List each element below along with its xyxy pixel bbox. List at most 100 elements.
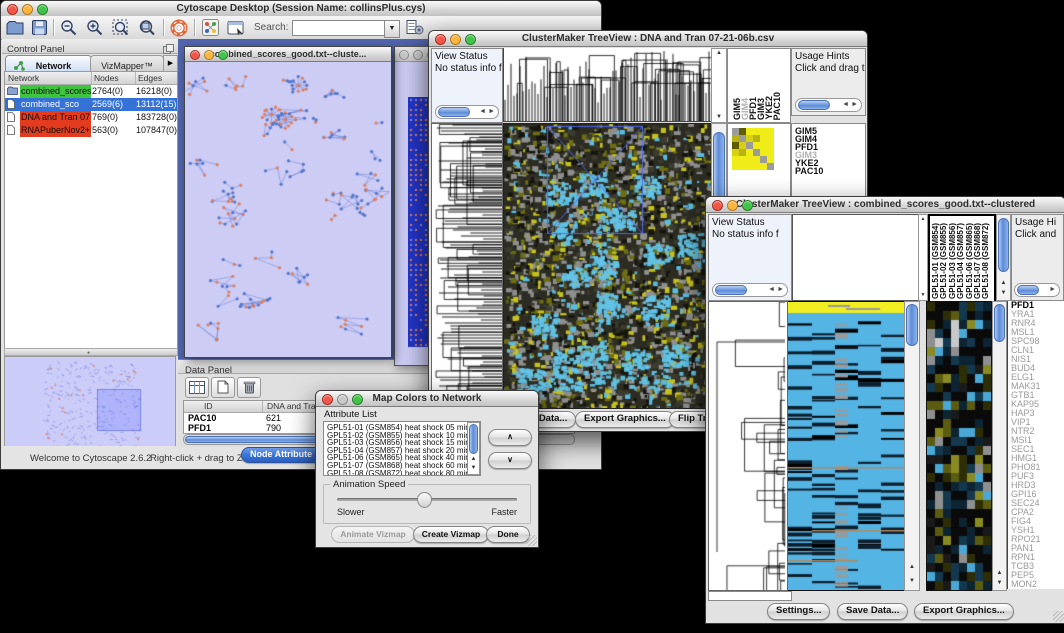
network-list-row[interactable]: DNA and Tran 07769(0)183728(0) — [5, 111, 177, 124]
attribute-listbox[interactable]: GPL51-01 (GSM854) heat shock 05 minGPL51… — [323, 421, 481, 476]
search-dropdown-button[interactable]: ▼ — [384, 20, 400, 38]
matrix-cell[interactable] — [767, 128, 774, 135]
network-list-row[interactable]: combined_sco2569(6)13112(15) — [5, 98, 177, 111]
tab-overflow-button[interactable]: ▶ — [163, 55, 178, 72]
dialog-title-bar[interactable]: Map Colors to Network — [316, 391, 538, 407]
new-window-icon[interactable] — [226, 18, 246, 37]
col-edges[interactable]: Edges — [135, 72, 162, 84]
tv2-global-heatmap-canvas[interactable] — [788, 301, 906, 591]
tab-vizmapper[interactable]: VizMapper™ — [90, 55, 164, 72]
minimize-icon[interactable] — [22, 4, 33, 15]
slider-thumb[interactable] — [417, 492, 432, 508]
scroll-right-icon[interactable]: ► — [1049, 284, 1056, 295]
matrix-cell[interactable] — [732, 149, 739, 156]
matrix-cell[interactable] — [760, 142, 767, 149]
network-graph-canvas[interactable] — [185, 62, 389, 356]
zoom-window-icon[interactable] — [352, 394, 363, 405]
done-button[interactable]: Done — [486, 526, 530, 543]
scroll-thumb[interactable] — [438, 107, 470, 117]
close-icon[interactable] — [399, 50, 409, 60]
network-list-row[interactable]: RNAPuberNov2+l563(0)107847(0) — [5, 124, 177, 137]
tv1-row-dendrogram-canvas[interactable] — [431, 123, 503, 409]
matrix-cell[interactable] — [760, 149, 767, 156]
tv2-top-slim-scrollbar[interactable]: ▲ ▼ — [918, 214, 928, 301]
matrix-cell[interactable] — [746, 135, 753, 142]
tv2-zoom-vscrollbar[interactable]: ▲ ▼ — [992, 301, 1007, 591]
tv2-gene-list[interactable]: PFD1YRA1RNR4MSL1SPC98CLN1NIS1BUD4ELG1MAK… — [1007, 301, 1064, 589]
delete-attribute-button[interactable] — [237, 377, 261, 398]
matrix-cell[interactable] — [767, 142, 774, 149]
move-up-button[interactable]: ∧ — [488, 429, 532, 446]
tv1-row-label[interactable]: PAC10 — [795, 167, 865, 175]
birdseye-view-canvas[interactable] — [4, 356, 176, 454]
animation-speed-slider[interactable] — [337, 498, 517, 501]
tab-network[interactable]: Network — [5, 55, 92, 72]
attribute-list-vscrollbar[interactable]: ▲ ▼ — [467, 422, 480, 475]
zoom-fit-button[interactable] — [111, 18, 131, 37]
scroll-up-icon[interactable]: ▲ — [997, 279, 1010, 288]
create-vizmap-button[interactable]: Create Vizmap — [413, 526, 489, 543]
close-icon[interactable] — [7, 4, 18, 15]
tv2-column-label[interactable]: GPL51-08 (GSM872) — [981, 223, 990, 299]
help-icon[interactable] — [169, 18, 189, 37]
scroll-up-icon[interactable]: ▲ — [712, 49, 726, 58]
tv2-zoom-heatmap-canvas[interactable] — [926, 301, 992, 591]
save-button[interactable] — [29, 18, 49, 37]
matrix-cell[interactable] — [746, 149, 753, 156]
col-nodes[interactable]: Nodes — [91, 72, 119, 84]
zoom-selected-button[interactable] — [137, 18, 157, 37]
minimize-icon[interactable] — [727, 200, 738, 211]
close-icon[interactable] — [712, 200, 723, 211]
resize-grip[interactable] — [1053, 611, 1064, 622]
tv1-export-graphics-button[interactable]: Export Graphics... — [575, 411, 675, 428]
scroll-down-icon[interactable]: ▼ — [712, 113, 726, 122]
scroll-thumb[interactable] — [906, 304, 918, 346]
tv2-usage-scrollbar[interactable]: ► — [1014, 283, 1060, 297]
zoom-out-button[interactable] — [59, 18, 79, 37]
vizmapper-shortcut-icon[interactable] — [200, 18, 220, 37]
treeview1-title-bar[interactable]: ClusterMaker TreeView : DNA and Tran 07-… — [429, 31, 867, 47]
scroll-left-icon[interactable]: ◄ — [768, 284, 775, 295]
scroll-thumb[interactable] — [798, 100, 830, 110]
matrix-cell[interactable] — [753, 156, 760, 163]
correlation-matrix[interactable] — [732, 128, 774, 170]
matrix-cell[interactable] — [732, 135, 739, 142]
scroll-right-icon[interactable]: ► — [777, 284, 784, 295]
matrix-cell[interactable] — [732, 163, 739, 170]
matrix-cell[interactable] — [767, 163, 774, 170]
gene-label[interactable]: MON2 — [1011, 580, 1064, 589]
matrix-cell[interactable] — [767, 135, 774, 142]
scroll-down-icon[interactable]: ▼ — [919, 291, 927, 300]
scroll-left-icon[interactable]: ◄ — [842, 99, 849, 110]
scroll-up-icon[interactable]: ▲ — [919, 215, 927, 224]
matrix-cell[interactable] — [753, 142, 760, 149]
tv2-row-dendrogram-canvas[interactable] — [708, 301, 788, 591]
matrix-cell[interactable] — [739, 142, 746, 149]
scroll-left-icon[interactable]: ◄ — [479, 106, 486, 117]
animate-vizmap-button[interactable]: Animate Vizmap — [331, 526, 415, 543]
zoom-window-icon[interactable] — [465, 34, 476, 45]
matrix-cell[interactable] — [753, 149, 760, 156]
network-list-row[interactable]: combined_scores2764(0)16218(0) — [5, 85, 177, 98]
scroll-down-icon[interactable]: ▼ — [905, 577, 919, 586]
close-icon[interactable] — [322, 394, 333, 405]
tv2-column-dendrogram-panel[interactable] — [792, 214, 920, 301]
matrix-cell[interactable] — [760, 128, 767, 135]
zoom-in-button[interactable] — [85, 18, 105, 37]
open-file-button[interactable] — [5, 18, 25, 37]
tv2-settings-button[interactable]: Settings... — [767, 603, 830, 620]
window-controls[interactable] — [7, 4, 48, 15]
tv1-column-label[interactable]: PAC10 — [772, 92, 782, 120]
matrix-cell[interactable] — [767, 149, 774, 156]
matrix-cell[interactable] — [753, 163, 760, 170]
matrix-cell[interactable] — [746, 142, 753, 149]
scroll-thumb[interactable] — [998, 218, 1009, 272]
attr-col-id[interactable]: ID — [204, 401, 213, 412]
scroll-thumb[interactable] — [715, 285, 747, 295]
matrix-cell[interactable] — [753, 128, 760, 135]
tv1-usage-scrollbar[interactable]: ◄ ► — [795, 98, 862, 112]
col-network[interactable]: Network — [8, 72, 39, 84]
tv2-labels-vscrollbar[interactable]: ▲ ▼ — [996, 214, 1011, 301]
minimize-icon[interactable] — [204, 50, 214, 60]
attribute-list-item[interactable]: GPL51-08 (GSM872) heat shock 80 min — [324, 470, 480, 476]
